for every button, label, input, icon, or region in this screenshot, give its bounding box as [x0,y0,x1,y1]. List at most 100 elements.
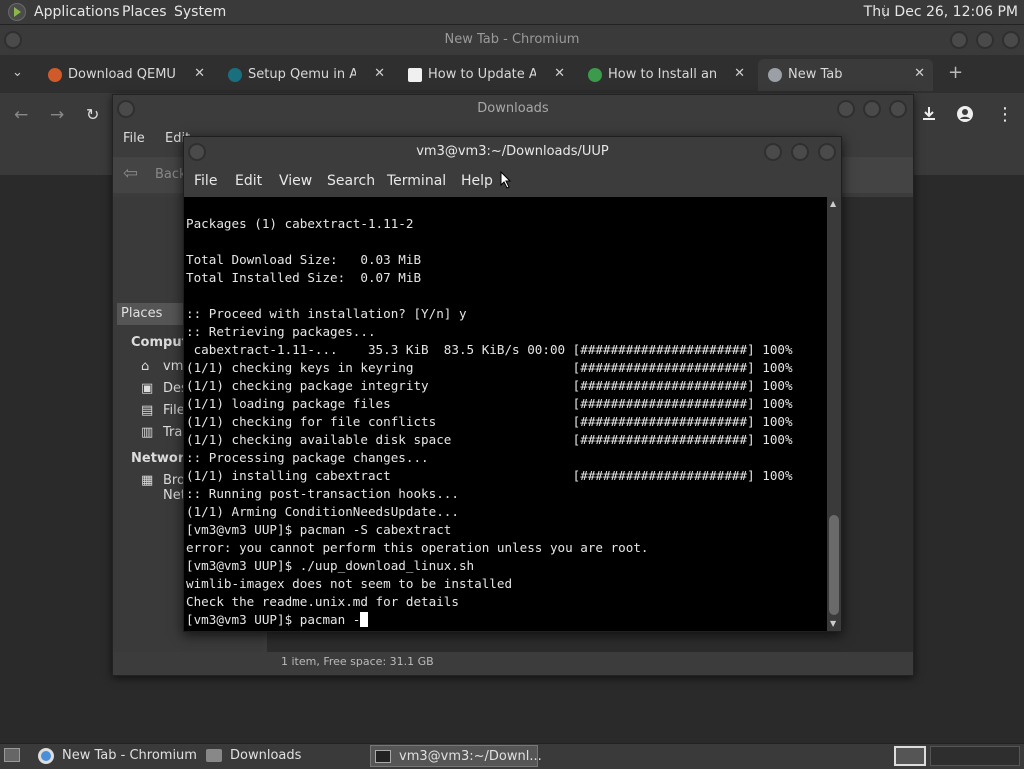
taskbar-label: New Tab - Chromium [62,748,197,763]
scroll-thumb[interactable] [829,515,839,615]
tab-how-to-install[interactable]: How to Install and ✕ [578,59,753,91]
places-menu[interactable]: Places [122,4,167,20]
dl-menu-file[interactable]: File [123,131,145,146]
terminal-menubar: File Edit View Search Terminal Help [184,169,841,195]
tab-label: Setup Qemu in Arc [248,67,356,82]
terminal-line: Packages (1) cabextract-1.11-2 [186,216,414,231]
new-tab-button[interactable]: + [948,62,963,83]
taskbar-item-downloads[interactable]: Downloads [204,745,364,767]
tab-download-qemu[interactable]: Download QEMU - ✕ [38,59,213,91]
profile-icon[interactable] [956,105,974,123]
gnome-foot-icon[interactable] [8,3,26,21]
system-menu[interactable]: System [174,4,226,20]
tab-close-icon[interactable]: ✕ [374,66,385,81]
chromium-icon [38,748,54,764]
tab-strip: ⌄ Download QEMU - ✕ Setup Qemu in Arc ✕ … [0,55,1024,93]
terminal-line: wimlib-imagex does not seem to be instal… [186,576,513,591]
prompt-text: [vm3@vm3 UUP]$ pacman - [186,612,361,627]
terminal-prompt-line: [vm3@vm3 UUP]$ pacman - [186,611,793,629]
terminal-close-button[interactable] [818,143,836,161]
terminal-line: Check the readme.unix.md for details [186,594,459,609]
terminal-line: (1/1) checking package integrity [######… [186,378,793,393]
arch-icon [228,68,242,82]
applications-menu[interactable]: Applications [34,4,120,20]
network-icon: ▦ [141,473,154,488]
tab-close-icon[interactable]: ✕ [554,66,565,81]
top-panel: Applications Places System Thu Dec 26, 1… [0,0,1024,25]
terminal-menu-button[interactable] [188,143,206,161]
qemu-icon [48,68,62,82]
downloads-statusbar: 1 item, Free space: 31.1 GB [281,655,434,668]
terminal-screen[interactable]: Packages (1) cabextract-1.11-2 Total Dow… [184,197,827,631]
tab-label: How to Install and [608,67,716,82]
scroll-down-icon[interactable]: ▼ [830,619,836,628]
terminal-line: :: Processing package changes... [186,450,429,465]
mouse-pointer-icon [500,170,512,189]
term-menu-search[interactable]: Search [327,173,375,189]
terminal-line: [vm3@vm3 UUP]$ pacman -S cabextract [186,522,452,537]
terminal-line: error: you cannot perform this operation… [186,540,649,555]
tab-label: New Tab [788,67,843,82]
workspace-switcher-icon[interactable] [894,746,926,766]
tab-new-tab[interactable]: New Tab ✕ [758,59,933,91]
terminal-maximize-button[interactable] [791,143,809,161]
tab-label: How to Update Arc [428,67,536,82]
taskbar-item-chromium[interactable]: New Tab - Chromium [36,745,198,767]
tab-label: Download QEMU - [68,67,176,82]
term-menu-edit[interactable]: Edit [235,173,262,189]
terminal-line: Total Download Size: 0.03 MiB [186,252,422,267]
taskbar-label: vm3@vm3:~/Downl... [399,749,542,764]
show-desktop-icon[interactable] [4,748,20,762]
tab-close-icon[interactable]: ✕ [194,66,205,81]
terminal-scrollbar[interactable]: ▲ ▼ [827,197,841,631]
terminal-minimize-button[interactable] [764,143,782,161]
tab-close-icon[interactable]: ✕ [914,66,925,81]
clock[interactable]: Thu Dec 26, 12:06 PM [864,4,1018,20]
back-arrow-icon[interactable]: ← [14,105,28,125]
chromium-titlebar[interactable]: New Tab - Chromium [0,25,1024,55]
home-icon: ⌂ [141,359,150,374]
terminal-icon [375,750,391,763]
chromium-close-button[interactable] [1002,31,1020,49]
terminal-line: :: Retrieving packages... [186,324,376,339]
globe-icon [768,68,782,82]
tab-how-to-update[interactable]: How to Update Arc ✕ [398,59,573,91]
filesystem-icon: ▤ [141,403,154,418]
tab-setup-qemu[interactable]: Setup Qemu in Arc ✕ [218,59,393,91]
term-menu-help[interactable]: Help [461,173,493,189]
kebab-menu-icon[interactable]: ⋮ [996,104,1014,125]
taskbar-label: Downloads [230,748,302,763]
gfg-icon [408,68,422,82]
site-icon [588,68,602,82]
tab-close-icon[interactable]: ✕ [734,66,745,81]
downloads-titlebar[interactable]: Downloads [113,95,913,123]
term-menu-terminal[interactable]: Terminal [387,173,446,189]
term-menu-file[interactable]: File [194,173,217,189]
chromium-minimize-button[interactable] [950,31,968,49]
back-button-label[interactable]: Back [155,167,187,182]
forward-arrow-icon[interactable]: → [50,105,64,125]
back-arrow-icon[interactable]: ⇦ [123,163,138,184]
download-icon[interactable] [920,105,938,123]
reload-icon[interactable]: ↻ [86,105,99,124]
scroll-up-icon[interactable]: ▲ [830,199,836,208]
terminal-titlebar[interactable]: vm3@vm3:~/Downloads/UUP [184,137,841,167]
downloads-menu-button[interactable] [117,100,135,118]
bottom-taskbar: New Tab - Chromium Downloads vm3@vm3:~/D… [0,743,1024,769]
terminal-line: (1/1) installing cabextract [###########… [186,468,793,483]
workspace-switcher-empty[interactable] [930,746,1020,766]
downloads-close-button[interactable] [889,100,907,118]
term-menu-view[interactable]: View [279,173,312,189]
folder-icon [206,749,222,762]
chromium-menu-button[interactable] [4,31,22,49]
terminal-line: :: Running post-transaction hooks... [186,486,459,501]
terminal-line: (1/1) checking available disk space [###… [186,432,793,447]
chromium-maximize-button[interactable] [976,31,994,49]
terminal-line: (1/1) Arming ConditionNeedsUpdate... [186,504,459,519]
taskbar-item-terminal[interactable]: vm3@vm3:~/Downl... [370,745,542,767]
tab-search-icon[interactable]: ⌄ [12,65,23,80]
downloads-minimize-button[interactable] [837,100,855,118]
downloads-maximize-button[interactable] [863,100,881,118]
